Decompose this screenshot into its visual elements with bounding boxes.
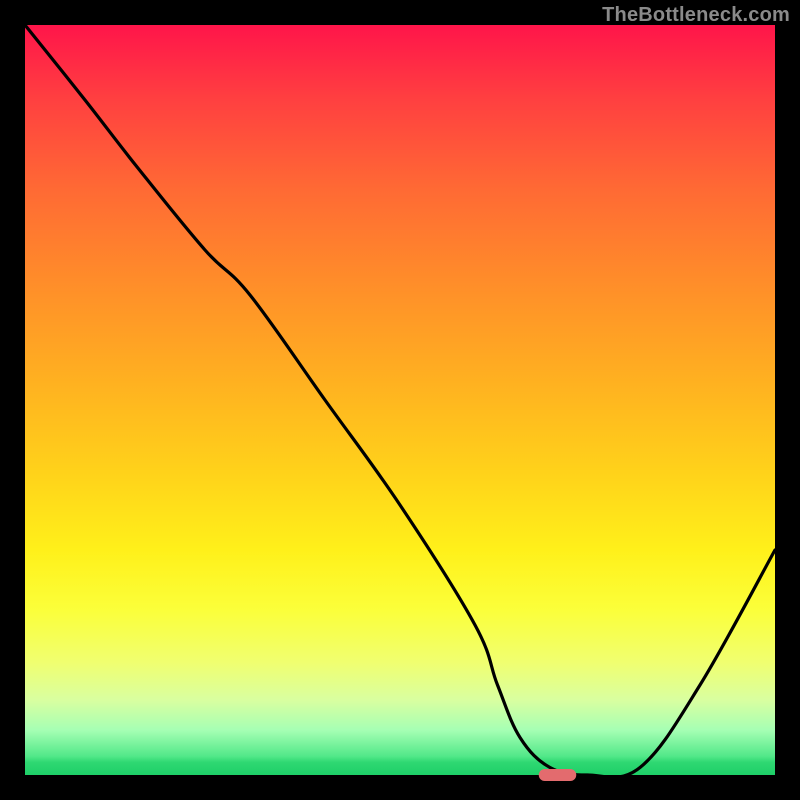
bottleneck-marker <box>539 769 577 781</box>
chart-svg <box>25 25 775 775</box>
line-series <box>25 25 775 777</box>
watermark-label: TheBottleneck.com <box>602 4 790 27</box>
chart-container: TheBottleneck.com <box>0 0 800 800</box>
